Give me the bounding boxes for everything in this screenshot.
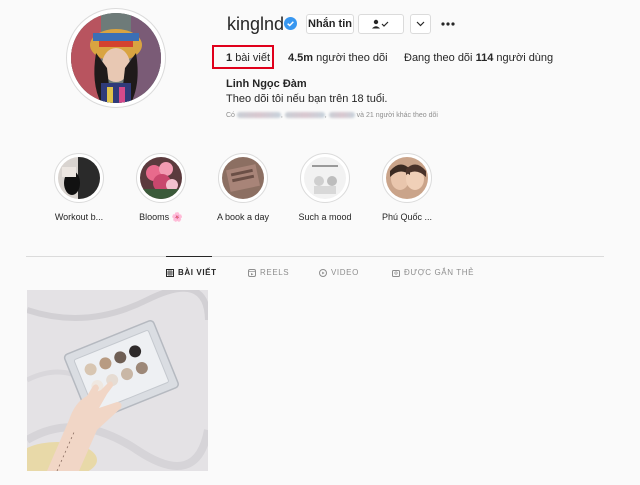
message-button[interactable]: Nhắn tin: [306, 14, 354, 34]
posts-count: 1 bài viết: [226, 52, 270, 64]
chevron-down-icon: [416, 21, 425, 27]
blurred-name: [236, 112, 281, 119]
tag-icon: [392, 269, 400, 277]
highlight-item[interactable]: Such a mood: [295, 153, 355, 222]
highlight-label: Phú Quốc ...: [381, 212, 433, 222]
reels-icon: [248, 268, 256, 277]
blurred-name: [284, 112, 325, 119]
tab-label: BÀI VIẾT: [178, 268, 217, 277]
following-link[interactable]: Đang theo dõi 114 người dùng: [404, 52, 553, 64]
highlight-item[interactable]: Blooms 🌸: [131, 153, 191, 222]
tab-tagged[interactable]: ĐƯỢC GẮN THẺ: [392, 268, 474, 277]
more-options-icon[interactable]: [441, 22, 455, 26]
posts-label: bài viết: [235, 52, 271, 64]
highlight-cover: [58, 157, 100, 199]
play-icon: [319, 268, 327, 277]
followers-link[interactable]: 4.5m người theo dõi: [288, 52, 388, 64]
tab-video[interactable]: VIDEO: [319, 268, 359, 277]
full-name: Linh Ngọc Đàm: [226, 78, 307, 90]
suggested-accounts-button[interactable]: [410, 14, 431, 34]
bio-text: Theo dõi tôi nếu bạn trên 18 tuổi.: [226, 93, 388, 105]
highlight-item[interactable]: A book a day: [213, 153, 273, 222]
tab-label: REELS: [260, 268, 290, 277]
followers-number: 4.5m: [288, 52, 314, 64]
followers-label: người theo dõi: [316, 52, 388, 64]
verified-badge-icon: [284, 17, 297, 30]
highlight-item[interactable]: Workout b...: [49, 153, 109, 222]
highlight-cover: [304, 157, 346, 199]
following-prefix: Đang theo dõi: [404, 52, 473, 64]
highlight-cover: [386, 157, 428, 199]
highlight-cover: [140, 157, 182, 199]
highlight-item[interactable]: Phú Quốc ...: [377, 153, 437, 222]
following-label: người dùng: [496, 52, 554, 64]
person-check-icon: [372, 19, 389, 29]
followed-by-prefix: Có: [226, 112, 235, 119]
post-thumbnail[interactable]: [27, 290, 208, 471]
posts-number: 1: [226, 52, 233, 64]
tab-posts[interactable]: BÀI VIẾT: [166, 268, 217, 277]
profile-avatar[interactable]: [66, 8, 166, 108]
tab-label: ĐƯỢC GẮN THẺ: [404, 268, 475, 277]
tab-reels[interactable]: REELS: [248, 268, 289, 277]
followed-by-text[interactable]: Có , , và 21 người khác theo dõi: [226, 112, 438, 119]
following-number: 114: [475, 52, 494, 64]
followed-by-suffix: và 21 người khác theo dõi: [356, 112, 438, 119]
post-image: [27, 290, 208, 471]
avatar-image: [71, 13, 161, 103]
blurred-name: [328, 112, 355, 119]
grid-icon: [166, 268, 174, 277]
highlight-cover: [222, 157, 264, 199]
username: kinglnd: [227, 14, 285, 34]
tab-label: VIDEO: [331, 268, 359, 277]
tabs-divider: [26, 256, 604, 257]
following-button[interactable]: [358, 14, 404, 34]
active-tab-indicator: [166, 256, 212, 257]
